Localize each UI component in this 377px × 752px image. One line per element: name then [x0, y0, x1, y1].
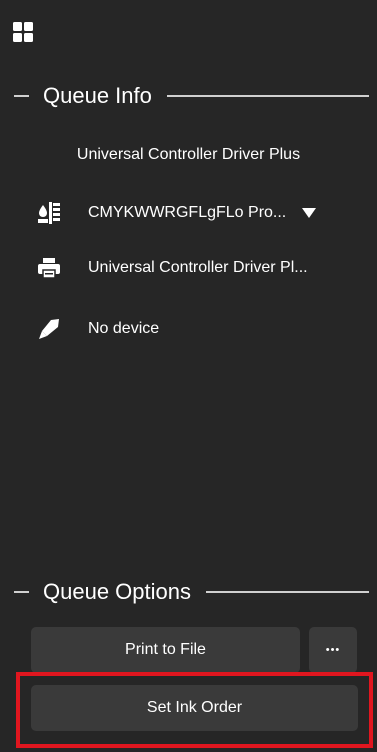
header-dash — [14, 591, 29, 593]
queue-info-title: Queue Info — [43, 83, 152, 108]
queue-panel: Queue Info Universal Controller Driver P… — [0, 0, 377, 752]
set-ink-order-button[interactable]: Set Ink Order — [31, 685, 358, 731]
header-dash — [14, 95, 29, 97]
header-divider — [205, 591, 369, 593]
queue-options-title: Queue Options — [43, 579, 191, 604]
printer-icon — [36, 255, 62, 281]
queue-info-header: Queue Info — [0, 78, 377, 114]
printer-name: Universal Controller Driver Pl... — [88, 259, 308, 276]
ink-channels-icon — [36, 200, 62, 226]
printer-row: Universal Controller Driver Pl... — [36, 254, 366, 282]
header-divider — [166, 95, 369, 97]
chevron-down-icon[interactable] — [302, 208, 317, 218]
device-row: No device — [36, 315, 366, 343]
device-status: No device — [88, 320, 160, 337]
more-options-button[interactable]: ••• — [309, 627, 357, 673]
ink-profile-row[interactable]: CMYKWWRGFLgFLo Pro... — [36, 199, 366, 227]
print-to-file-button[interactable]: Print to File — [31, 627, 300, 673]
queue-options-header: Queue Options — [0, 574, 377, 610]
driver-title: Universal Controller Driver Plus — [76, 146, 301, 163]
pen-nib-icon — [36, 316, 62, 342]
ink-profile-select[interactable]: CMYKWWRGFLgFLo Pro... — [88, 204, 286, 222]
grid-icon[interactable] — [13, 22, 33, 42]
